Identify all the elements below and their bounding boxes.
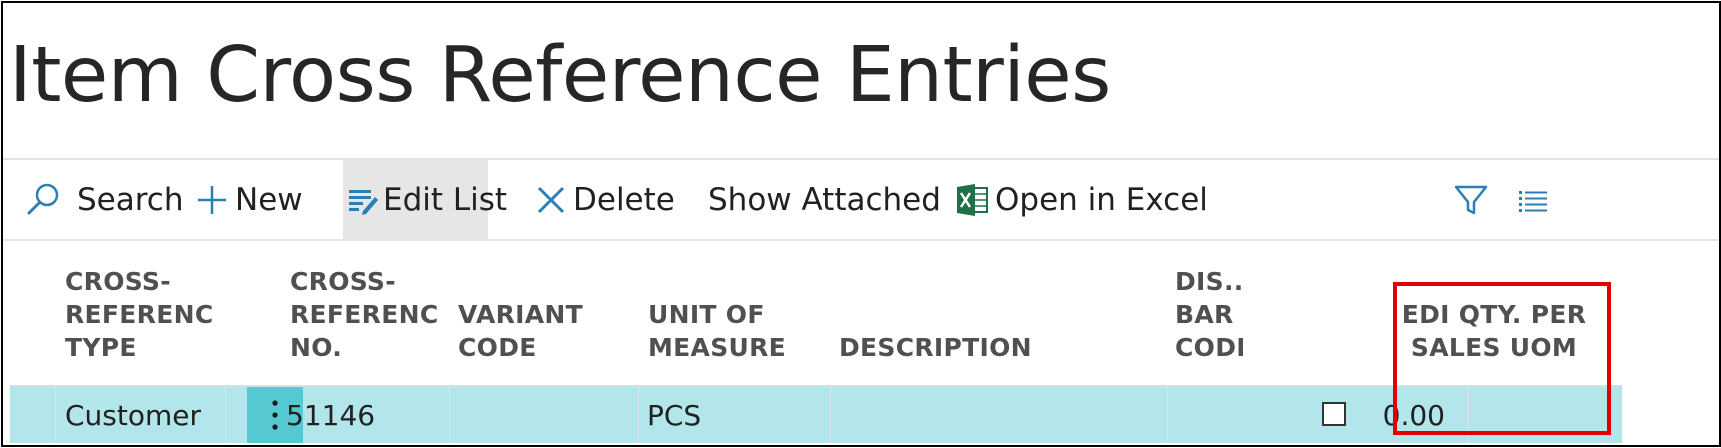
column-header-cross-reference-type[interactable]: CROSS- REFERENC TYPE <box>65 265 215 364</box>
column-header-description[interactable]: DESCRIPTION <box>839 331 1139 364</box>
column-divider <box>638 387 639 443</box>
highlight-box <box>1393 282 1611 435</box>
toolbar-divider <box>3 239 1719 241</box>
column-divider <box>449 387 450 443</box>
page-frame: Item Cross Reference Entries Search New <box>1 1 1721 447</box>
discontinue-bar-code-checkbox[interactable] <box>1322 402 1346 426</box>
filter-icon <box>1454 185 1488 215</box>
close-icon <box>537 186 565 214</box>
column-divider <box>225 387 226 443</box>
list-view-button[interactable] <box>1513 180 1553 220</box>
column-header-cross-reference-no[interactable]: CROSS- REFERENC NO. <box>290 265 440 364</box>
edit-list-button[interactable]: Edit List <box>343 160 507 240</box>
cross-reference-type-cell[interactable]: Customer <box>65 387 201 443</box>
new-button[interactable]: New <box>195 160 303 240</box>
column-header-unit-of-measure[interactable]: UNIT OF MEASURE <box>648 298 818 364</box>
search-button[interactable]: Search <box>25 160 184 240</box>
action-bar: Search New Edit List Delete Show Attache… <box>3 160 1719 240</box>
column-header-discontinue-bar-code[interactable]: DIS... BAR CODE <box>1175 265 1243 364</box>
search-icon <box>27 183 59 215</box>
table-row[interactable]: Customer 51146 PCS 0.00 <box>10 385 1622 443</box>
column-divider <box>1167 387 1168 443</box>
cross-reference-no-cell[interactable]: 51146 <box>286 387 375 443</box>
delete-button-label: Delete <box>573 182 675 218</box>
new-button-label: New <box>235 182 303 218</box>
list-view-icon <box>1519 191 1547 212</box>
column-divider <box>55 387 56 443</box>
more-options-icon <box>272 400 278 430</box>
show-attached-button[interactable]: Show Attached <box>708 160 941 240</box>
page-title: Item Cross Reference Entries <box>9 31 1111 120</box>
search-button-label: Search <box>77 182 184 218</box>
column-divider <box>830 387 831 443</box>
excel-icon <box>957 184 988 216</box>
plus-icon <box>198 186 226 214</box>
column-header-variant-code[interactable]: VARIANT CODE <box>458 298 628 364</box>
show-attached-button-label: Show Attached <box>708 182 941 218</box>
open-in-excel-button[interactable]: Open in Excel <box>955 160 1208 240</box>
edit-list-icon <box>349 190 378 215</box>
unit-of-measure-cell[interactable]: PCS <box>647 387 701 443</box>
edit-list-button-label: Edit List <box>383 182 508 218</box>
open-in-excel-button-label: Open in Excel <box>995 182 1208 218</box>
filter-button[interactable] <box>1451 180 1491 220</box>
delete-button[interactable]: Delete <box>535 160 675 240</box>
